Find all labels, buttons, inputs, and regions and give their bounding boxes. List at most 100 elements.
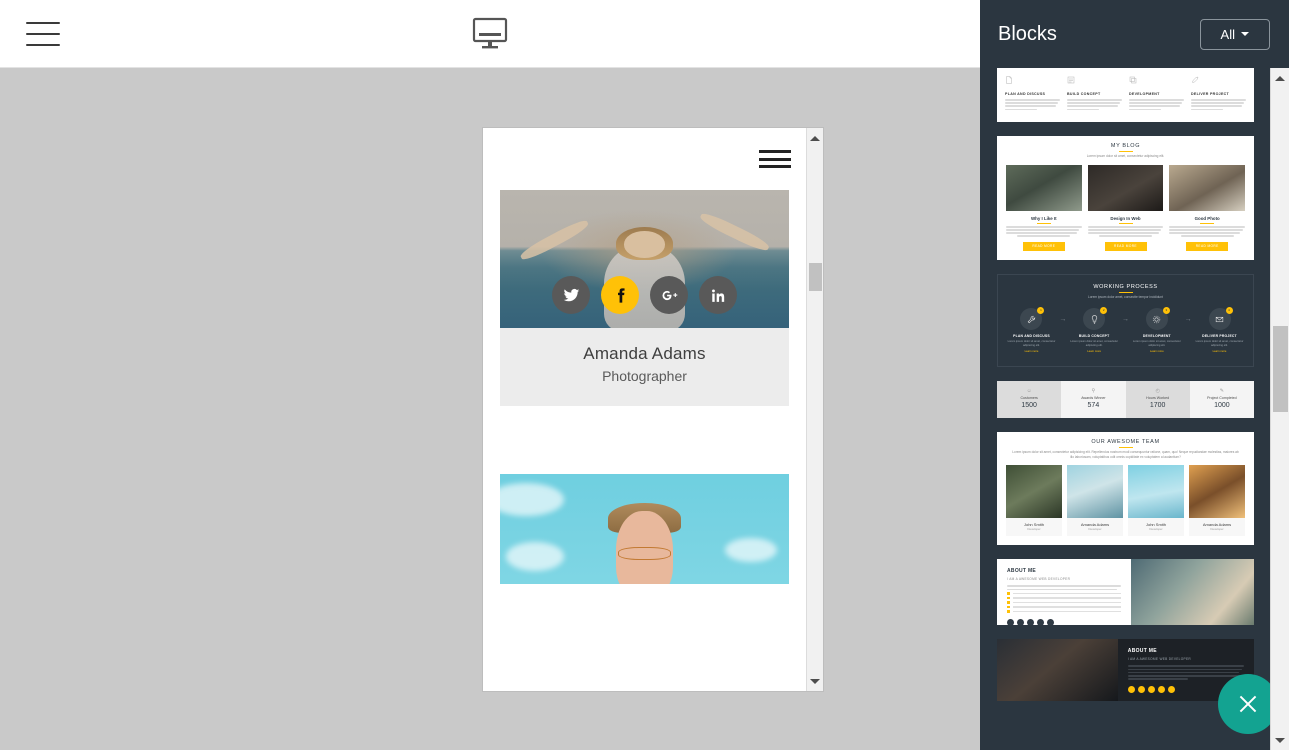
social-dot-icon[interactable] [1007, 619, 1014, 626]
block-subheading: Lorem ipsum dolor amet, consectte tempor… [1007, 295, 1244, 300]
twitter-icon[interactable] [552, 276, 590, 314]
googleplus-icon[interactable] [650, 276, 688, 314]
member-name: John Smith [1006, 518, 1062, 527]
panel-scrollbar[interactable] [1270, 68, 1289, 750]
step-number-badge: 4 [1226, 307, 1233, 314]
member-role: Developer [1006, 527, 1062, 536]
preview-navbar [483, 128, 806, 190]
member-name: Amanda Adams [1067, 518, 1123, 527]
blocks-list[interactable]: PLAN AND DISCUSS BUILD CONCEPT DEVELOPME… [980, 68, 1271, 750]
panel-scrollbar-thumb[interactable] [1273, 326, 1288, 412]
step-circle: 3 [1146, 308, 1168, 330]
team-member: Amanda Adams Developer [1189, 465, 1245, 536]
social-dot-icon[interactable] [1017, 619, 1024, 626]
social-dot-icon[interactable] [1128, 686, 1135, 693]
block-thumbnail-working-process[interactable]: WORKING PROCESS Lorem ipsum dolor amet, … [997, 274, 1254, 367]
close-icon [1235, 691, 1261, 717]
block-thumbnail-blog[interactable]: MY BLOG Lorem ipsum dolor sit amet, cons… [997, 136, 1254, 260]
social-dot-icon[interactable] [1168, 686, 1175, 693]
person-role: Photographer [500, 368, 789, 384]
hamburger-menu-icon[interactable] [759, 150, 791, 168]
block-heading: ABOUT ME [1128, 648, 1244, 654]
step-title: BUILD CONCEPT [1070, 334, 1119, 338]
bullet-dot-icon [1007, 610, 1010, 613]
blocks-filter-label: All [1221, 27, 1235, 42]
desktop-monitor-icon[interactable] [470, 16, 510, 52]
preview-scrollbar[interactable] [806, 128, 823, 691]
team-row: John Smith Developer Amanda Adams Develo… [1006, 465, 1245, 536]
process-step: 2 BUILD CONCEPT Lorem ipsum dolor sit am… [1070, 308, 1119, 355]
block-thumbnail-counters[interactable]: ☺ Customers 1500 ⚲ Awards Winner 574 ◴ H… [997, 381, 1254, 418]
member-role: Developer [1128, 527, 1184, 536]
blog-card-image [1088, 165, 1164, 211]
step-link[interactable]: Learn more [1007, 350, 1056, 354]
hero-head [624, 231, 664, 257]
block-thumbnail-about-light[interactable]: ABOUT ME I AM A AWESOME WEB DEVELOPER [997, 559, 1254, 625]
blocks-panel: Blocks All PLAN AND DISCUSS [980, 0, 1289, 750]
read-more-button[interactable]: READ MORE [1105, 242, 1147, 251]
bullet-dot-icon [1007, 606, 1010, 609]
step-circle: 1 [1020, 308, 1042, 330]
step-link[interactable]: Learn more [1195, 350, 1244, 354]
social-dot-icon[interactable] [1158, 686, 1165, 693]
scroll-down-arrow-icon[interactable] [1271, 732, 1289, 748]
about-text-column: ABOUT ME I AM A AWESOME WEB DEVELOPER [997, 559, 1131, 625]
step-text: Lorem ipsum dolor sit amet, consectetur … [1132, 340, 1181, 348]
site-preview-frame: Amanda Adams Photographer [483, 128, 823, 691]
scroll-up-arrow-icon[interactable] [807, 130, 823, 146]
member-role: Developer [1067, 527, 1123, 536]
social-dot-icon[interactable] [1138, 686, 1145, 693]
preview-second-image [500, 474, 789, 584]
block-thumbnail-team[interactable]: OUR AWESOME TEAM Lorem ipsum dolor sit a… [997, 432, 1254, 546]
facebook-icon[interactable] [601, 276, 639, 314]
block-thumbnail-about-dark[interactable]: ABOUT ME I AM A AWESOME WEB DEVELOPER [997, 639, 1254, 701]
scroll-down-arrow-icon[interactable] [807, 673, 823, 689]
block-thumbnail-features[interactable]: PLAN AND DISCUSS BUILD CONCEPT DEVELOPME… [997, 68, 1254, 122]
feature-title: DEVELOPMENT [1129, 92, 1184, 96]
social-dot-icon[interactable] [1037, 619, 1044, 626]
read-more-button[interactable]: READ MORE [1023, 242, 1065, 251]
blocks-filter-dropdown[interactable]: All [1200, 19, 1270, 50]
bullet-dot-icon [1007, 597, 1010, 600]
scroll-up-arrow-icon[interactable] [1271, 70, 1289, 86]
team-member: Amanda Adams Developer [1067, 465, 1123, 536]
team-member: John Smith Developer [1006, 465, 1062, 536]
process-step: 4 DELIVER PROJECT Lorem ipsum dolor sit … [1195, 308, 1244, 355]
feature-item: PLAN AND DISCUSS [1005, 74, 1060, 112]
member-photo [1189, 465, 1245, 518]
editor-topbar [0, 0, 980, 68]
social-dot-icon[interactable] [1148, 686, 1155, 693]
block-heading: OUR AWESOME TEAM [1006, 439, 1245, 445]
envelope-icon [1215, 315, 1224, 324]
step-number-badge: 2 [1100, 307, 1107, 314]
process-step: 1 PLAN AND DISCUSS Lorem ipsum dolor sit… [1007, 308, 1056, 355]
counter-label: Customers [999, 396, 1059, 400]
social-dot-icon[interactable] [1047, 619, 1054, 626]
editor-root: Amanda Adams Photographer [0, 0, 1289, 750]
close-panel-button[interactable] [1218, 674, 1278, 734]
feature-item: DELIVER PROJECT [1191, 74, 1246, 112]
portrait-glasses [618, 547, 670, 560]
linkedin-icon[interactable] [699, 276, 737, 314]
page-title: Blocks [998, 23, 1057, 46]
list-icon [1067, 76, 1075, 84]
arrow-right-icon: → [1056, 316, 1070, 323]
counter-label: Awards Winner [1063, 396, 1123, 400]
preview-scrollbar-thumb[interactable] [809, 263, 822, 291]
process-step: 3 DEVELOPMENT Lorem ipsum dolor sit amet… [1132, 308, 1181, 355]
step-link[interactable]: Learn more [1132, 350, 1181, 354]
counter-item: ⚲ Awards Winner 574 [1061, 381, 1125, 418]
step-number-badge: 1 [1037, 307, 1044, 314]
member-photo [1128, 465, 1184, 518]
about-bullet [1007, 601, 1121, 604]
rocket-icon [1191, 76, 1199, 84]
social-dot-icon[interactable] [1027, 619, 1034, 626]
block-subheading: I AM A AWESOME WEB DEVELOPER [1128, 657, 1244, 661]
read-more-button[interactable]: READ MORE [1186, 242, 1228, 251]
document-icon [1005, 76, 1013, 84]
preview-person-card: Amanda Adams Photographer [500, 328, 789, 406]
about-bullet [1007, 606, 1121, 609]
step-link[interactable]: Learn more [1070, 350, 1119, 354]
counter-item: ✎ Project Completed 1000 [1190, 381, 1254, 418]
bullet-dot-icon [1007, 592, 1010, 595]
